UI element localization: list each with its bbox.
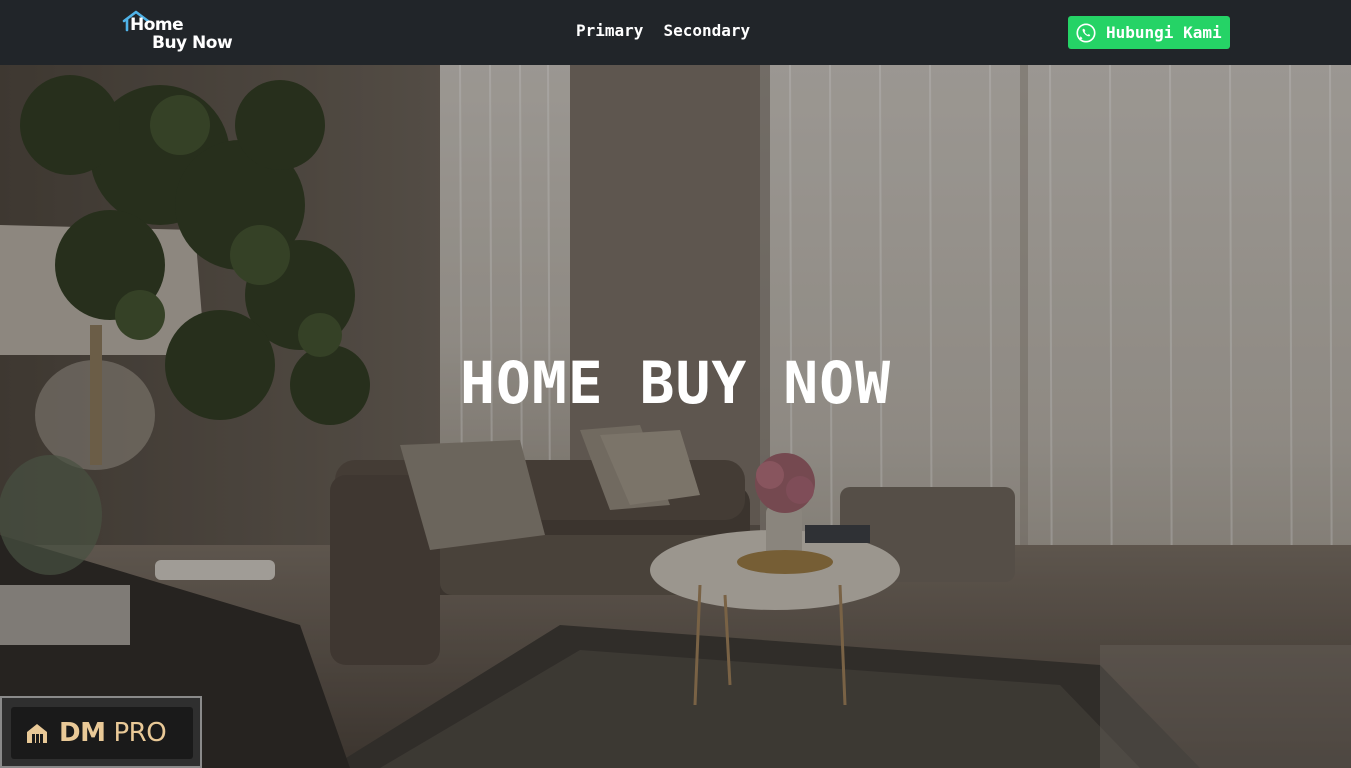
nav-link-secondary[interactable]: Secondary <box>653 20 760 42</box>
hero-section: HOME BUY NOW <box>0 65 1351 768</box>
logo-text-buy-now: Buy Now <box>152 33 233 53</box>
main-nav: Primary Secondary <box>566 20 760 42</box>
whatsapp-icon <box>1076 22 1096 43</box>
dm-pro-logo-icon <box>27 724 47 743</box>
contact-button-label: Hubungi Kami <box>1106 23 1222 42</box>
dm-pro-badge[interactable]: DM PRO <box>0 696 202 768</box>
nav-link-primary[interactable]: Primary <box>566 20 653 42</box>
badge-text-pro: PRO <box>113 718 167 748</box>
contact-whatsapp-button[interactable]: Hubungi Kami <box>1068 16 1230 49</box>
navbar: Home Buy Now Primary Secondary Hubungi K… <box>0 0 1351 65</box>
dm-pro-badge-inner: DM PRO <box>11 707 193 759</box>
hero-title: HOME BUY NOW <box>459 349 892 417</box>
badge-text-dm: DM <box>59 718 106 748</box>
logo-text-home: Home <box>130 15 184 35</box>
brand-logo[interactable]: Home Buy Now <box>122 10 234 54</box>
